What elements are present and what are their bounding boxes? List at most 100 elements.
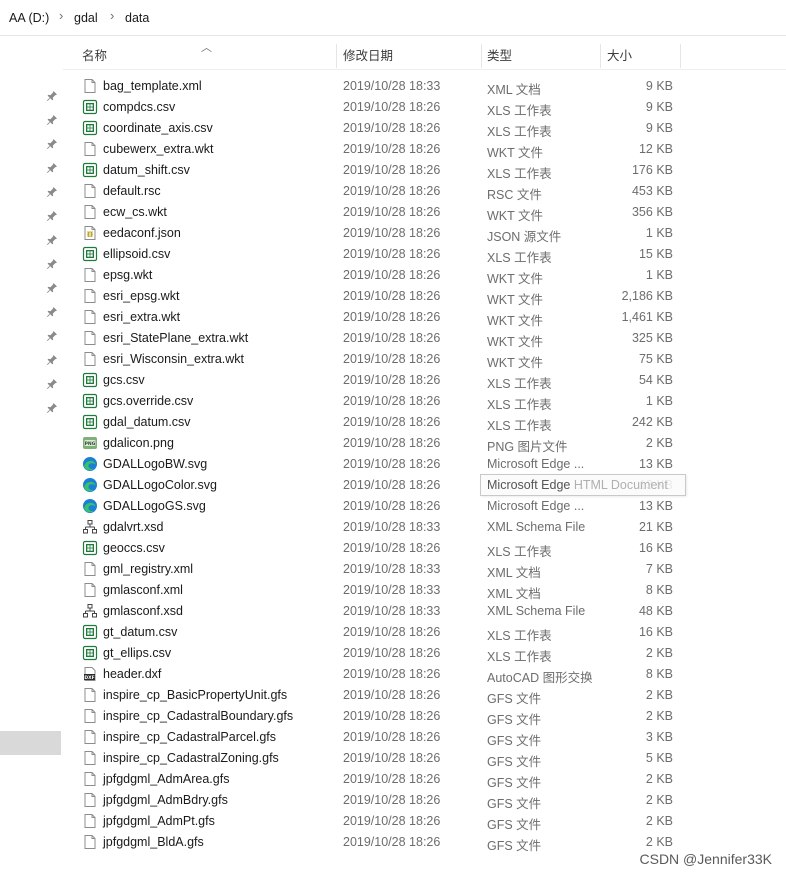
column-header-name[interactable]: 名称	[82, 40, 107, 70]
file-type: XLS 工作表	[487, 125, 552, 139]
column-divider[interactable]	[600, 44, 601, 68]
file-name: default.rsc	[103, 184, 161, 198]
file-name: inspire_cp_CadastralBoundary.gfs	[103, 709, 294, 723]
file-row[interactable]: datum_shift.csv 2019/10/28 18:26 XLS 工作表 17…	[63, 160, 786, 181]
file-type: WKT 文件	[487, 356, 544, 370]
column-divider[interactable]	[481, 44, 482, 68]
file-row[interactable]: geoccs.csv 2019/10/28 18:26 XLS 工作表 16 KB	[63, 538, 786, 559]
xsd-icon	[82, 519, 98, 535]
file-row[interactable]: inspire_cp_CadastralBoundary.gfs 2019/10/…	[63, 706, 786, 727]
pin-icon[interactable]	[46, 210, 58, 222]
file-row[interactable]: DXF header.dxf 2019/10/28 18:26 AutoCAD 图形交…	[63, 664, 786, 685]
file-row[interactable]: inspire_cp_CadastralZoning.gfs 2019/10/28…	[63, 748, 786, 769]
file-type: Microsoft Edge ...	[487, 499, 585, 513]
file-type: GFS 文件	[487, 734, 542, 748]
pin-icon[interactable]	[46, 354, 58, 366]
type-tooltip: Microsoft Edge HTML Document	[480, 474, 686, 496]
pin-icon[interactable]	[46, 306, 58, 318]
file-name: jpfgdgml_AdmBdry.gfs	[103, 793, 228, 807]
column-header-size[interactable]: 大小	[607, 40, 632, 70]
file-row[interactable]: jpfgdgml_AdmPt.gfs 2019/10/28 18:26 GFS 文件…	[63, 811, 786, 832]
pin-icon[interactable]	[46, 162, 58, 174]
file-row[interactable]: jpfgdgml_AdmBdry.gfs 2019/10/28 18:26 GFS …	[63, 790, 786, 811]
file-row[interactable]: gmlasconf.xsd 2019/10/28 18:33 XML Schema …	[63, 601, 786, 622]
breadcrumb-data[interactable]: data	[125, 11, 149, 25]
file-row[interactable]: ecw_cs.wkt 2019/10/28 18:26 WKT 文件 356 KB	[63, 202, 786, 223]
pin-icon[interactable]	[46, 90, 58, 102]
pin-icon[interactable]	[46, 402, 58, 414]
file-row[interactable]: inspire_cp_BasicPropertyUnit.gfs 2019/10/…	[63, 685, 786, 706]
file-row[interactable]: gcs.csv 2019/10/28 18:26 XLS 工作表 54 KB	[63, 370, 786, 391]
file-row[interactable]: gt_datum.csv 2019/10/28 18:26 XLS 工作表 16 KB	[63, 622, 786, 643]
file-date: 2019/10/28 18:26	[343, 625, 441, 639]
pin-icon[interactable]	[46, 234, 58, 246]
breadcrumb-separator[interactable]: ›	[110, 8, 114, 23]
file-name: inspire_cp_CadastralParcel.gfs	[103, 730, 277, 744]
pin-icon[interactable]	[46, 186, 58, 198]
file-row[interactable]: default.rsc 2019/10/28 18:26 RSC 文件 453 KB	[63, 181, 786, 202]
file-row[interactable]: compdcs.csv 2019/10/28 18:26 XLS 工作表 9 KB	[63, 97, 786, 118]
pin-icon[interactable]	[46, 282, 58, 294]
file-size: 2 KB	[645, 814, 673, 828]
column-header-type[interactable]: 类型	[487, 40, 512, 70]
pin-icon[interactable]	[46, 258, 58, 270]
file-type: RSC 文件	[487, 188, 542, 202]
file-row[interactable]: gt_ellips.csv 2019/10/28 18:26 XLS 工作表 2 KB	[63, 643, 786, 664]
file-date: 2019/10/28 18:26	[343, 268, 441, 282]
png-icon: PNG	[82, 435, 98, 451]
pin-icon[interactable]	[46, 114, 58, 126]
file-row[interactable]: ellipsoid.csv 2019/10/28 18:26 XLS 工作表 15 K…	[63, 244, 786, 265]
file-type: GFS 文件	[487, 776, 542, 790]
csv-icon	[82, 624, 98, 640]
file-size: 9 KB	[645, 100, 673, 114]
file-row[interactable]: gmlasconf.xml 2019/10/28 18:33 XML 文档 8 KB	[63, 580, 786, 601]
file-row[interactable]: esri_extra.wkt 2019/10/28 18:26 WKT 文件 1,46…	[63, 307, 786, 328]
column-divider[interactable]	[680, 44, 681, 68]
file-name: gdalvrt.xsd	[103, 520, 164, 534]
file-row[interactable]: {} eedaconf.json 2019/10/28 18:26 JSON 源文件 1…	[63, 223, 786, 244]
file-row[interactable]: esri_Wisconsin_extra.wkt 2019/10/28 18:26…	[63, 349, 786, 370]
file-row[interactable]: gdalvrt.xsd 2019/10/28 18:33 XML Schema Fi…	[63, 517, 786, 538]
pin-icon[interactable]	[46, 138, 58, 150]
file-row[interactable]: inspire_cp_CadastralParcel.gfs 2019/10/28…	[63, 727, 786, 748]
file-list[interactable]: bag_template.xml 2019/10/28 18:33 XML 文档 9 …	[63, 76, 786, 856]
file-row[interactable]: gdal_datum.csv 2019/10/28 18:26 XLS 工作表 242…	[63, 412, 786, 433]
file-size: 2 KB	[645, 646, 673, 660]
file-icon	[82, 771, 98, 787]
csv-icon	[82, 162, 98, 178]
file-row[interactable]: cubewerx_extra.wkt 2019/10/28 18:26 WKT 文件…	[63, 139, 786, 160]
file-row[interactable]: coordinate_axis.csv 2019/10/28 18:26 XLS 工…	[63, 118, 786, 139]
file-row[interactable]: jpfgdgml_BldA.gfs 2019/10/28 18:26 GFS 文件 2…	[63, 832, 786, 853]
file-date: 2019/10/28 18:26	[343, 709, 441, 723]
file-row[interactable]: GDALLogoGS.svg 2019/10/28 18:26 Microsoft …	[63, 496, 786, 517]
file-row[interactable]: esri_epsg.wkt 2019/10/28 18:26 WKT 文件 2,186…	[63, 286, 786, 307]
file-row[interactable]: PNG gdalicon.png 2019/10/28 18:26 PNG 图片文件 2…	[63, 433, 786, 454]
dxf-icon: DXF	[82, 666, 98, 682]
file-row[interactable]: esri_StatePlane_extra.wkt 2019/10/28 18:2…	[63, 328, 786, 349]
file-date: 2019/10/28 18:26	[343, 331, 441, 345]
file-name: datum_shift.csv	[103, 163, 190, 177]
column-divider[interactable]	[336, 44, 337, 68]
file-size: 7 KB	[645, 562, 673, 576]
pin-icon[interactable]	[46, 330, 58, 342]
navigation-pane[interactable]	[0, 37, 62, 857]
file-type: XLS 工作表	[487, 377, 552, 391]
file-row[interactable]: jpfgdgml_AdmArea.gfs 2019/10/28 18:26 GFS …	[63, 769, 786, 790]
file-row[interactable]: gml_registry.xml 2019/10/28 18:33 XML 文档 7 …	[63, 559, 786, 580]
xml-icon	[82, 582, 98, 598]
file-name: gcs.csv	[103, 373, 145, 387]
csv-icon	[82, 393, 98, 409]
address-bar[interactable]: AA (D:) › gdal › data	[0, 0, 786, 36]
file-row[interactable]: GDALLogoBW.svg 2019/10/28 18:26 Microsoft …	[63, 454, 786, 475]
nav-selected-item[interactable]	[0, 731, 61, 755]
pin-icon[interactable]	[46, 378, 58, 390]
breadcrumb-drive[interactable]: AA (D:)	[9, 11, 49, 25]
breadcrumb-gdal[interactable]: gdal	[74, 11, 98, 25]
file-row[interactable]: epsg.wkt 2019/10/28 18:26 WKT 文件 1 KB	[63, 265, 786, 286]
file-row[interactable]: bag_template.xml 2019/10/28 18:33 XML 文档 9 …	[63, 76, 786, 97]
breadcrumb-separator[interactable]: ›	[59, 8, 63, 23]
watermark: CSDN @Jennifer33K	[639, 851, 773, 867]
file-date: 2019/10/28 18:26	[343, 814, 441, 828]
column-header-date[interactable]: 修改日期	[343, 40, 393, 70]
file-row[interactable]: gcs.override.csv 2019/10/28 18:26 XLS 工作表 1…	[63, 391, 786, 412]
